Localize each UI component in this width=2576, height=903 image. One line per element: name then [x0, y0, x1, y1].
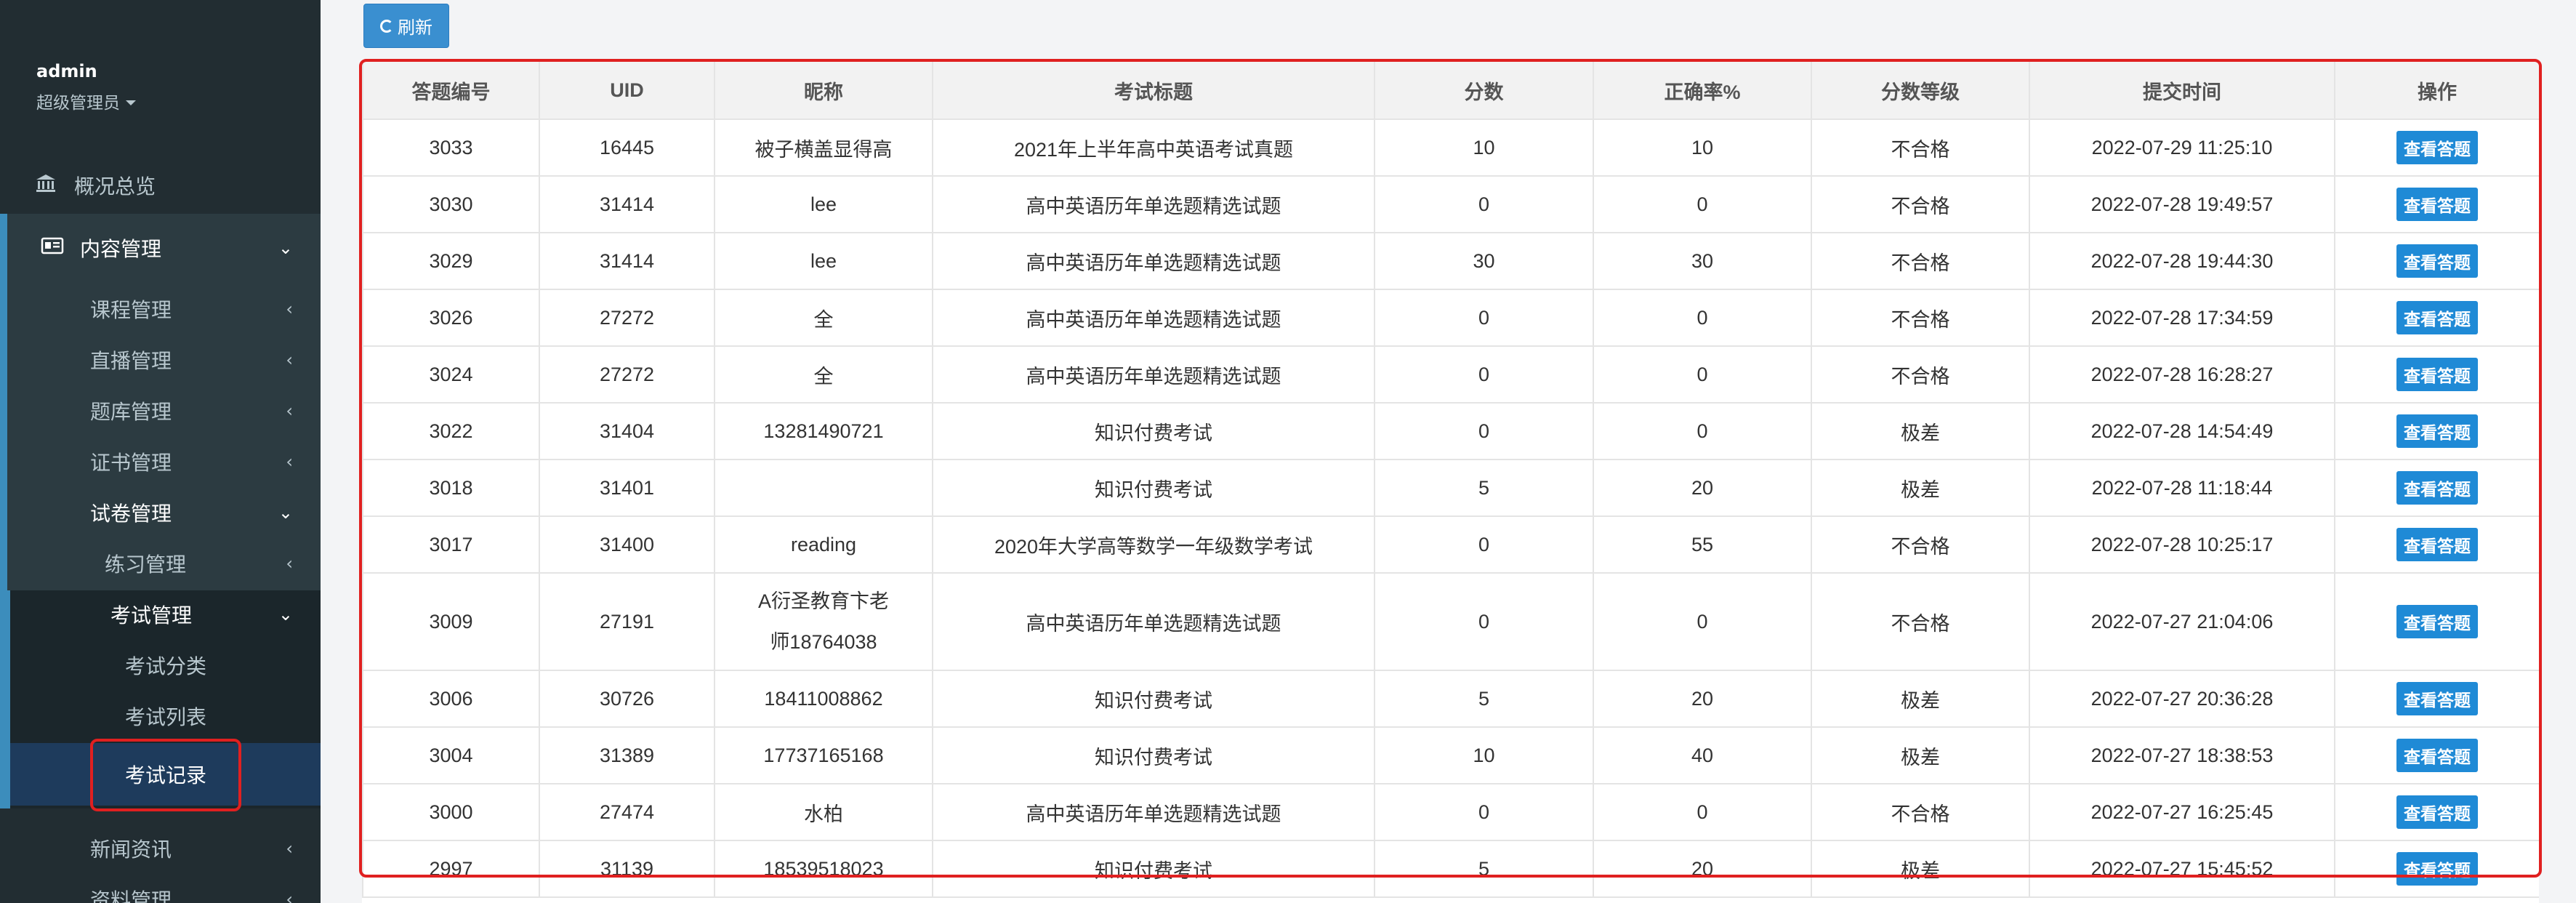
sidebar-item-content-label: 内容管理	[80, 237, 162, 261]
main-content: 刷新 答题编号 UID 昵称 考试标题 分数 正确率% 分数等级 提交时间 操作	[321, 0, 2576, 903]
user-role-label: 超级管理员	[36, 94, 120, 113]
sidebar-item-certificate-label: 证书管理	[90, 451, 172, 475]
sidebar-item-practice-label: 练习管理	[105, 553, 187, 577]
refresh-icon	[380, 19, 393, 33]
chevron-left-icon: ‹	[286, 838, 293, 859]
sidebar-item-paper[interactable]: 试卷管理 ⌄	[0, 489, 321, 537]
sidebar-item-content[interactable]: 内容管理 ⌄	[0, 224, 321, 272]
chevron-down-icon: ⌄	[278, 604, 293, 625]
sidebar-item-resources[interactable]: 资料管理 ‹	[0, 875, 321, 903]
chevron-left-icon: ‹	[286, 889, 293, 903]
annotation-highlight-table	[359, 59, 2542, 878]
sidebar-item-exam-label: 考试管理	[110, 603, 193, 627]
chevron-down-icon: ⌄	[278, 238, 293, 258]
sidebar-item-resources-label: 资料管理	[90, 888, 172, 903]
sidebar-item-course[interactable]: 课程管理 ‹	[0, 285, 321, 333]
sidebar-item-question-bank-label: 题库管理	[90, 400, 172, 424]
sidebar-item-question-bank[interactable]: 题库管理 ‹	[0, 387, 321, 435]
sidebar: admin 超级管理员 概况总览 内容管理 ⌄ 课程管理 ‹ 直播管理 ‹ 题库…	[0, 0, 321, 903]
sidebar-item-course-label: 课程管理	[90, 298, 172, 322]
sidebar-item-exam-list-label: 考试列表	[125, 705, 207, 729]
sidebar-item-paper-label: 试卷管理	[90, 502, 172, 526]
sidebar-item-overview-label: 概况总览	[74, 174, 156, 198]
chevron-left-icon: ‹	[286, 401, 293, 421]
id-card-icon	[41, 236, 64, 260]
sidebar-item-practice[interactable]: 练习管理 ‹	[0, 539, 321, 587]
annotation-highlight-menu	[90, 739, 241, 811]
caret-down-icon	[126, 100, 136, 105]
sidebar-item-news-label: 新闻资讯	[90, 838, 172, 862]
chevron-down-icon: ⌄	[278, 502, 293, 523]
sidebar-item-exam-category[interactable]: 考试分类	[0, 641, 321, 689]
chevron-left-icon: ‹	[286, 350, 293, 370]
sidebar-item-news[interactable]: 新闻资讯 ‹	[0, 824, 321, 872]
refresh-label: 刷新	[398, 17, 432, 38]
user-panel: admin 超级管理员	[36, 61, 136, 113]
sidebar-item-live[interactable]: 直播管理 ‹	[0, 336, 321, 384]
bank-icon	[35, 173, 57, 198]
refresh-button[interactable]: 刷新	[363, 4, 449, 48]
sidebar-item-exam-category-label: 考试分类	[125, 654, 207, 678]
user-role-dropdown[interactable]: 超级管理员	[36, 89, 136, 113]
sidebar-item-exam[interactable]: 考试管理 ⌄	[0, 590, 321, 638]
sidebar-item-exam-list[interactable]: 考试列表	[0, 692, 321, 740]
sidebar-item-overview[interactable]: 概况总览	[0, 161, 321, 209]
chevron-left-icon: ‹	[286, 299, 293, 319]
chevron-left-icon: ‹	[286, 553, 293, 574]
user-name: admin	[36, 61, 97, 81]
chevron-left-icon: ‹	[286, 452, 293, 472]
sidebar-item-live-label: 直播管理	[90, 349, 172, 373]
sidebar-item-certificate[interactable]: 证书管理 ‹	[0, 438, 321, 486]
